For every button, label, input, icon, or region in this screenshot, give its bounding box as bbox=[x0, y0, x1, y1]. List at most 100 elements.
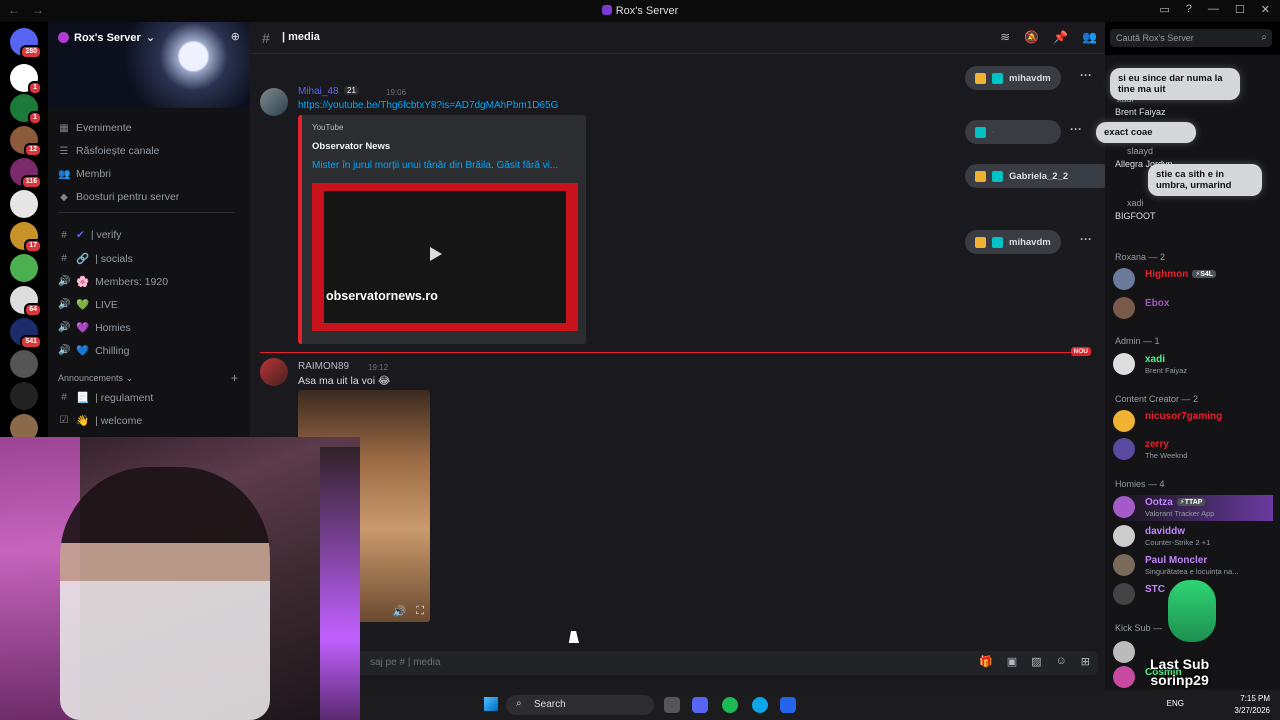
mascot-image bbox=[1168, 580, 1216, 642]
embed-title[interactable]: Mister în jurul morții unui tânăr din Br… bbox=[312, 160, 582, 171]
gift-icon[interactable]: 🎁 bbox=[979, 655, 993, 668]
minimize-button[interactable]: — bbox=[1208, 3, 1219, 16]
overlay-member-status: BIGFOOT bbox=[1115, 211, 1156, 221]
channel-regulament[interactable]: # 📃 | regulament bbox=[58, 391, 154, 405]
sidebar-item-boosts[interactable]: ◆ Boosturi pentru server bbox=[58, 191, 179, 203]
channel-chilling[interactable]: 🔊 💙 Chilling bbox=[58, 344, 130, 358]
member-row[interactable]: nicusor7gaming bbox=[1113, 409, 1273, 435]
server-icon[interactable]: 541 bbox=[10, 318, 42, 349]
overlay-member-status: Brent Faiyaz bbox=[1115, 107, 1166, 117]
member-row[interactable]: daviddw Counter-Strike 2 +1 bbox=[1113, 524, 1273, 550]
spotify-icon[interactable] bbox=[722, 697, 738, 713]
fullscreen-icon[interactable]: ⛶ bbox=[416, 605, 424, 618]
server-icon[interactable]: 1 bbox=[10, 94, 42, 125]
server-icon[interactable] bbox=[10, 254, 38, 282]
clock-date: 3/27/2026 bbox=[1234, 706, 1270, 715]
maximize-button[interactable]: ☐ bbox=[1235, 3, 1245, 16]
server-icon[interactable] bbox=[10, 190, 38, 218]
server-icon[interactable]: 1 bbox=[10, 64, 42, 95]
language-indicator[interactable]: ENG bbox=[1167, 699, 1184, 708]
member-row[interactable]: Paul Moncler Singurătatea e locuința na..… bbox=[1113, 553, 1273, 579]
server-icon[interactable]: 17 bbox=[10, 222, 42, 253]
edge-icon[interactable] bbox=[752, 697, 768, 713]
channel-label: | regulament bbox=[95, 391, 154, 404]
message-link[interactable]: https://youtube.be/Thg6fcbtxY8?is=AD7dgM… bbox=[298, 100, 558, 111]
sidebar-item-members[interactable]: 👥 Membri bbox=[58, 168, 111, 180]
server-icon[interactable]: 116 bbox=[10, 158, 42, 189]
threads-icon[interactable]: ≋ bbox=[1000, 30, 1010, 44]
volume-icon[interactable]: 🔊 bbox=[393, 605, 407, 618]
unread-badge: 280 bbox=[20, 45, 42, 59]
sidebar-item-events[interactable]: ▦ Evenimente bbox=[58, 122, 131, 134]
member-group-header: Roxana — 2 bbox=[1115, 252, 1166, 262]
server-search-input[interactable]: Caută Rox's Server ⌕ bbox=[1110, 29, 1272, 47]
message-composer[interactable]: saj pe # | media 🎁 ▣ ▨ ☺ ⊞ bbox=[260, 651, 1098, 675]
clock[interactable]: 7:15 PM 3/27/2026 bbox=[1234, 693, 1270, 717]
server-rail: 280 1 1 12 116 17 64 541 bbox=[0, 22, 48, 442]
avatar bbox=[1113, 641, 1135, 663]
more-options-icon[interactable]: ··· bbox=[1080, 232, 1092, 246]
message-author[interactable]: RAIMON89 bbox=[298, 361, 349, 372]
streamer-webcam bbox=[0, 437, 360, 720]
gif-icon[interactable]: ▣ bbox=[1007, 655, 1017, 668]
taskbar-search[interactable]: ⌕ Search bbox=[506, 695, 654, 715]
member-row[interactable]: Ootza ⚡TTAP Valorant Tracker App bbox=[1113, 495, 1273, 521]
pin-icon[interactable]: 📌 bbox=[1053, 30, 1068, 44]
server-icon[interactable]: 64 bbox=[10, 286, 42, 317]
add-channel-icon[interactable]: + bbox=[231, 371, 238, 385]
more-options-icon[interactable]: ··· bbox=[1070, 122, 1082, 136]
channel-emoji: 👋 bbox=[76, 415, 90, 427]
server-icon[interactable] bbox=[10, 382, 38, 410]
avatar bbox=[1113, 297, 1135, 319]
embed-author[interactable]: Observator News bbox=[312, 141, 390, 152]
invite-people-icon[interactable]: ⊕ bbox=[231, 30, 240, 43]
clock-time: 7:15 PM bbox=[1240, 694, 1270, 703]
category-announcements[interactable]: Announcements ⌄ bbox=[58, 373, 133, 384]
channel-live[interactable]: 🔊 💚 LIVE bbox=[58, 298, 118, 312]
app-icon[interactable] bbox=[780, 697, 796, 713]
mute-bell-icon[interactable]: 🔕 bbox=[1024, 30, 1039, 44]
member-row[interactable]: Highmon ⚡S4L bbox=[1113, 267, 1273, 293]
message-author[interactable]: Mihai_48 bbox=[298, 86, 339, 97]
server-icon[interactable]: 12 bbox=[10, 126, 42, 157]
discord-icon[interactable] bbox=[692, 697, 708, 713]
channel-homies[interactable]: 🔊 💜 Homies bbox=[58, 321, 131, 335]
pill-name: mihavdm bbox=[1009, 236, 1051, 248]
windows-start-icon[interactable] bbox=[484, 697, 498, 711]
close-button[interactable]: ✕ bbox=[1261, 3, 1270, 16]
help-icon[interactable]: ? bbox=[1186, 3, 1192, 16]
dm-home-button[interactable]: 280 bbox=[10, 28, 42, 59]
member-list-icon[interactable]: 👥 bbox=[1082, 30, 1097, 44]
server-name-button[interactable]: Rox's Server ⌄ bbox=[58, 31, 155, 44]
member-row[interactable]: Ebox bbox=[1113, 296, 1273, 322]
last-sub-label: Last Sub bbox=[1150, 656, 1210, 672]
inbox-icon[interactable]: ▭ bbox=[1159, 3, 1169, 16]
window-title-text: Rox's Server bbox=[615, 5, 679, 17]
channel-verify[interactable]: # ✔ | verify bbox=[58, 229, 121, 241]
sidebar-item-browse[interactable]: ☰ Răsfoiește canale bbox=[58, 145, 160, 157]
browse-icon: ☰ bbox=[59, 145, 69, 157]
emoji-icon[interactable]: ☺ bbox=[1056, 655, 1067, 668]
member-group-header: Kick Sub — bbox=[1115, 623, 1163, 633]
channel-label: Chilling bbox=[95, 344, 130, 357]
badge-icon bbox=[992, 72, 1003, 84]
channel-welcome[interactable]: ☑ 👋 | welcome bbox=[58, 414, 143, 428]
boost-icon: ◆ bbox=[60, 191, 68, 203]
channel-socials[interactable]: # 🔗 | socials bbox=[58, 252, 133, 266]
member-group-header: Homies — 4 bbox=[1115, 479, 1165, 489]
task-view-icon[interactable] bbox=[664, 697, 680, 713]
channel-members-count[interactable]: 🔊 🌸 Members: 1920 bbox=[58, 275, 169, 289]
sticker-icon[interactable]: ▨ bbox=[1031, 655, 1041, 668]
channel-label: Members: 1920 bbox=[95, 275, 169, 288]
apps-icon[interactable]: ⊞ bbox=[1081, 655, 1090, 668]
member-row[interactable]: xadi Brent Faiyaz bbox=[1113, 352, 1273, 378]
unread-badge: 17 bbox=[24, 239, 42, 253]
video-thumbnail[interactable]: observatornews.ro bbox=[312, 183, 578, 331]
member-row[interactable]: zerry The Weeknd bbox=[1113, 437, 1273, 463]
avatar[interactable] bbox=[260, 358, 288, 386]
voice-channel-icon: 🔊 bbox=[58, 276, 71, 287]
server-icon[interactable] bbox=[10, 350, 38, 378]
more-options-icon[interactable]: ··· bbox=[1080, 68, 1092, 82]
avatar[interactable] bbox=[260, 88, 288, 116]
play-icon[interactable] bbox=[430, 247, 442, 261]
